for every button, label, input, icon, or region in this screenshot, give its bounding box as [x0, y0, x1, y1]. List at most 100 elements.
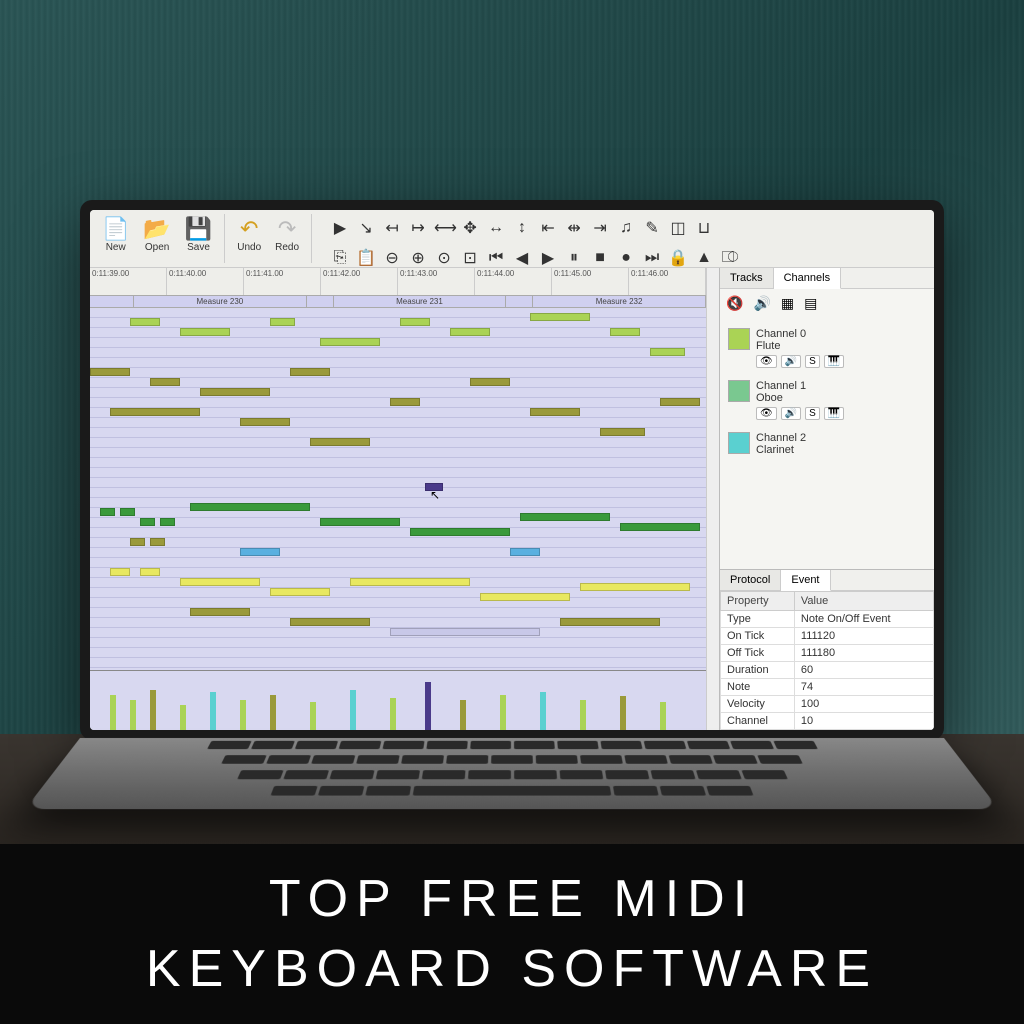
- velocity-bar[interactable]: [350, 690, 356, 730]
- midi-note[interactable]: [180, 328, 230, 336]
- midi-note[interactable]: [130, 318, 160, 326]
- solo-button[interactable]: S: [805, 407, 820, 420]
- midi-note[interactable]: [310, 438, 370, 446]
- velocity-bar[interactable]: [180, 705, 186, 730]
- value-cell[interactable]: 10: [794, 713, 933, 730]
- velocity-bar[interactable]: [500, 695, 506, 730]
- zoom-in-icon[interactable]: ⊕: [408, 248, 428, 268]
- play-icon[interactable]: ▶: [538, 248, 558, 268]
- value-cell[interactable]: 60: [794, 662, 933, 679]
- channel-item[interactable]: Channel 2 Clarinet: [724, 426, 930, 462]
- midi-note[interactable]: [470, 378, 510, 386]
- piano-icon[interactable]: ⎄: [720, 249, 740, 267]
- midi-note[interactable]: [120, 508, 135, 516]
- velocity-bar[interactable]: [460, 700, 466, 730]
- midi-note[interactable]: [110, 408, 200, 416]
- velocity-bar[interactable]: [425, 682, 431, 730]
- midi-note[interactable]: [510, 548, 540, 556]
- velocity-bar[interactable]: [110, 695, 116, 730]
- midi-note[interactable]: [610, 328, 640, 336]
- quantize-right-icon[interactable]: ⇥: [590, 218, 610, 238]
- note-grid[interactable]: ↖: [90, 308, 706, 670]
- solo-icon[interactable]: ▦: [781, 295, 794, 312]
- midi-note[interactable]: [160, 518, 175, 526]
- zoom-out-icon[interactable]: ⊖: [382, 248, 402, 268]
- midi-note[interactable]: [410, 528, 510, 536]
- piano-roll-editor[interactable]: 0:11:39.00 0:11:40.00 0:11:41.00 0:11:42…: [90, 268, 706, 730]
- velocity-bar[interactable]: [210, 692, 216, 730]
- midi-note[interactable]: [290, 368, 330, 376]
- audio-toggle-icon[interactable]: 🔊: [781, 355, 801, 368]
- value-cell[interactable]: 100: [794, 696, 933, 713]
- pointer-tool-icon[interactable]: ▶: [330, 218, 350, 238]
- channel-color-swatch[interactable]: [728, 380, 750, 402]
- tab-event[interactable]: Event: [781, 570, 830, 591]
- skip-fwd-icon[interactable]: ⏭: [642, 249, 662, 267]
- midi-note[interactable]: [150, 378, 180, 386]
- velocity-bar[interactable]: [620, 696, 626, 730]
- new-button[interactable]: 📄New: [96, 214, 135, 255]
- velocity-bar[interactable]: [240, 700, 246, 730]
- midi-note[interactable]: [190, 608, 250, 616]
- midi-note[interactable]: [140, 568, 160, 576]
- midi-note[interactable]: [150, 538, 165, 546]
- velocity-bar[interactable]: [150, 690, 156, 730]
- visible-toggle-icon[interactable]: 👁: [756, 355, 777, 368]
- velocity-bar[interactable]: [130, 700, 136, 730]
- midi-note[interactable]: [520, 513, 610, 521]
- velocity-bar[interactable]: [310, 702, 316, 730]
- value-cell[interactable]: 111120: [794, 628, 933, 645]
- tab-channels[interactable]: Channels: [774, 268, 841, 289]
- midi-note[interactable]: [580, 583, 690, 591]
- velocity-bar[interactable]: [540, 692, 546, 730]
- record-icon[interactable]: ●: [616, 249, 636, 267]
- midi-note[interactable]: [240, 548, 280, 556]
- quantize-center-icon[interactable]: ⇹: [564, 218, 584, 238]
- value-cell[interactable]: 74: [794, 679, 933, 696]
- instrument-icon[interactable]: 🎹: [824, 355, 844, 368]
- move-left-icon[interactable]: ↤: [382, 218, 402, 238]
- midi-note[interactable]: [90, 368, 130, 376]
- midi-note[interactable]: [180, 578, 260, 586]
- midi-note[interactable]: [240, 418, 290, 426]
- select-tool-icon[interactable]: ↘: [356, 218, 376, 238]
- midi-note[interactable]: [390, 398, 420, 406]
- midi-note[interactable]: [110, 568, 130, 576]
- h-arrows-icon[interactable]: ↔: [486, 219, 506, 237]
- velocity-lane[interactable]: [90, 670, 706, 730]
- pencil-icon[interactable]: ✎: [642, 218, 662, 238]
- velocity-bar[interactable]: [390, 698, 396, 730]
- midi-note[interactable]: [140, 518, 155, 526]
- midi-note[interactable]: [100, 508, 115, 516]
- midi-note[interactable]: [200, 388, 270, 396]
- paste-icon[interactable]: 📋: [356, 248, 376, 268]
- midi-note[interactable]: [390, 628, 540, 636]
- zoom-h-icon[interactable]: ⊙: [434, 248, 454, 268]
- midi-note[interactable]: [530, 313, 590, 321]
- redo-button[interactable]: ↷Redo: [269, 214, 305, 255]
- velocity-bar[interactable]: [270, 695, 276, 730]
- prev-icon[interactable]: ◀: [512, 248, 532, 268]
- skip-back-icon[interactable]: ⏮: [486, 249, 506, 267]
- velocity-bar[interactable]: [660, 702, 666, 730]
- midi-note[interactable]: [320, 518, 400, 526]
- midi-note[interactable]: [130, 538, 145, 546]
- tab-protocol[interactable]: Protocol: [720, 570, 781, 590]
- midi-note[interactable]: [320, 338, 380, 346]
- midi-note[interactable]: [270, 318, 295, 326]
- measure-ruler[interactable]: Measure 230 Measure 231 Measure 232: [90, 296, 706, 308]
- move-arrows-icon[interactable]: ✥: [460, 218, 480, 238]
- align-icon[interactable]: ⟷: [434, 218, 454, 238]
- midi-note[interactable]: [530, 408, 580, 416]
- midi-note[interactable]: [450, 328, 490, 336]
- velocity-bar[interactable]: [580, 700, 586, 730]
- midi-note[interactable]: [270, 588, 330, 596]
- quantize-left-icon[interactable]: ⇤: [538, 218, 558, 238]
- unmute-all-icon[interactable]: 🔊: [753, 295, 770, 312]
- audio-toggle-icon[interactable]: 🔊: [781, 407, 801, 420]
- midi-note[interactable]: [600, 428, 645, 436]
- midi-note[interactable]: [290, 618, 370, 626]
- unsolo-icon[interactable]: ▤: [804, 295, 817, 312]
- pause-icon[interactable]: ⏸: [564, 249, 584, 267]
- lock-icon[interactable]: 🔒: [668, 248, 688, 268]
